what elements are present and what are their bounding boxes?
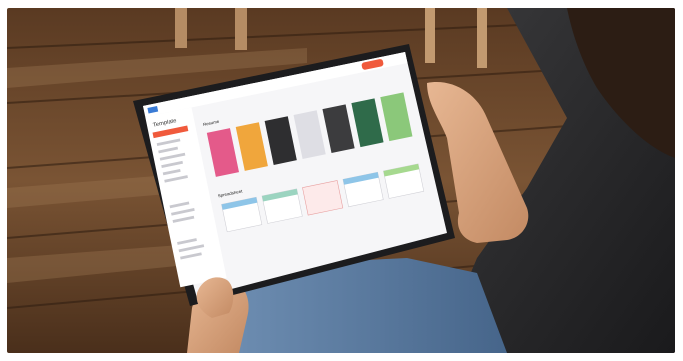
chair-leg <box>175 8 187 48</box>
chair-leg <box>477 8 487 68</box>
chair-leg <box>235 8 247 50</box>
chair-leg <box>425 8 435 63</box>
photo-frame: Template Resume Spreadsheet <box>7 8 675 353</box>
photo-scene: Template Resume Spreadsheet <box>7 8 675 353</box>
